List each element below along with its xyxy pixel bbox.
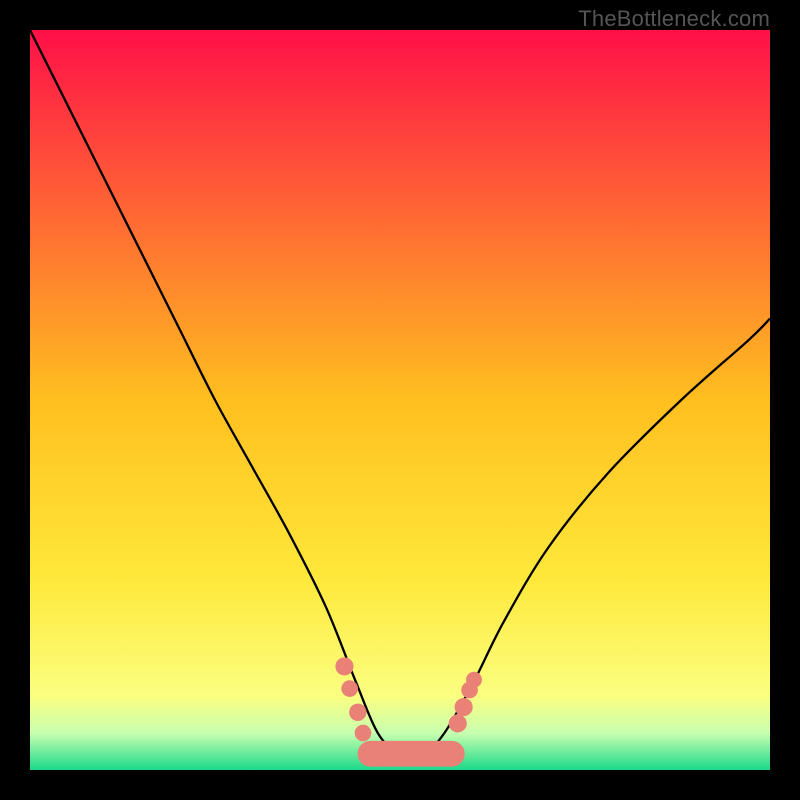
marker-dot	[341, 680, 358, 697]
gradient-background	[30, 30, 770, 770]
chart-frame: TheBottleneck.com	[0, 0, 800, 800]
plot-area	[30, 30, 770, 770]
marker-dot	[449, 714, 467, 732]
marker-dot	[455, 698, 473, 716]
marker-dot	[349, 704, 366, 721]
marker-dot	[355, 725, 372, 742]
bottleneck-chart	[30, 30, 770, 770]
marker-dot	[335, 657, 353, 675]
watermark-text: TheBottleneck.com	[578, 6, 770, 32]
marker-dot	[466, 672, 482, 688]
